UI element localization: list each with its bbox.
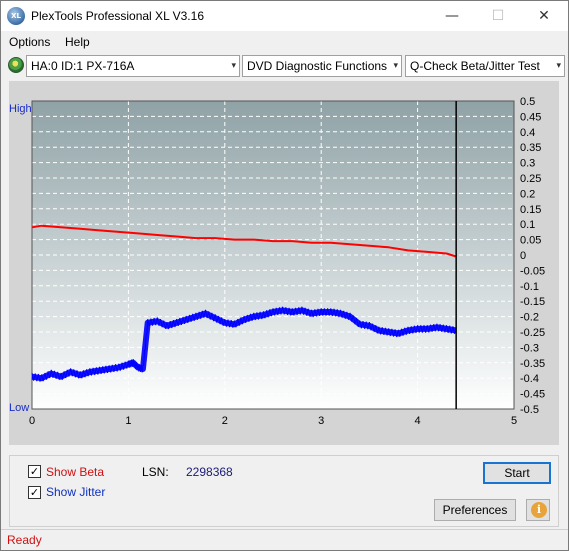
x-tick-label: 2	[222, 415, 228, 427]
y-tick-label: 0.25	[520, 173, 541, 185]
close-button[interactable]: ✕	[521, 1, 567, 31]
y-tick-label: 0.5	[520, 96, 535, 108]
x-tick-label: 1	[125, 415, 131, 427]
chart-panel: 0 1 2 3 4 5 0.5 0.45 0.4 0.35 0.3 0.25 0.2 0.15 0.1 0.0…	[9, 81, 559, 445]
show-beta-label[interactable]: Show Beta	[46, 465, 104, 479]
y-tick-label: -0.05	[520, 265, 545, 277]
y-tick-label: 0.1	[520, 219, 535, 231]
chevron-down-icon: ▾	[393, 61, 398, 71]
y-tick-label: -0.4	[520, 373, 539, 385]
lsn-label: LSN:	[142, 465, 169, 479]
x-tick-label: 5	[511, 415, 517, 427]
x-tick-label: 0	[29, 415, 35, 427]
y-tick-label: -0.35	[520, 358, 545, 370]
beta-jitter-chart: 0 1 2 3 4 5 0.5 0.45 0.4 0.35 0.3 0.25 0.2 0.15 0.1 0.0…	[9, 96, 545, 427]
y-tick-label: -0.15	[520, 296, 545, 308]
window-title: PlexTools Professional XL V3.16	[31, 9, 204, 23]
menu-bar: Options Help	[1, 32, 568, 52]
lsn-value: 2298368	[186, 465, 233, 479]
toolbar: HA:0 ID:1 PX-716A ▾ DVD Diagnostic Funct…	[1, 54, 568, 78]
y-tick-label: 0.45	[520, 111, 541, 123]
y-tick-label: -0.1	[520, 281, 539, 293]
options-panel: ✓ Show Beta ✓ Show Jitter LSN: 2298368 S…	[9, 455, 559, 527]
y-tick-label: 0.3	[520, 158, 535, 170]
y-tick-label: 0.15	[520, 204, 541, 216]
chevron-down-icon: ▾	[556, 61, 561, 71]
status-text: Ready	[7, 533, 42, 547]
x-tick-label: 3	[318, 415, 324, 427]
drive-select-value: HA:0 ID:1 PX-716A	[31, 59, 135, 73]
x-tick-label: 4	[415, 415, 421, 427]
show-beta-checkbox[interactable]: ✓	[28, 465, 41, 478]
plextools-logo-icon: XL	[7, 7, 25, 25]
info-icon: i	[531, 502, 547, 518]
menu-help[interactable]: Help	[65, 35, 90, 49]
y-tick-label: -0.3	[520, 342, 539, 354]
preferences-button[interactable]: Preferences	[434, 499, 516, 521]
y-tick-label: 0.05	[520, 235, 541, 247]
test-select-value: Q-Check Beta/Jitter Test	[410, 59, 540, 73]
y-tick-label: -0.25	[520, 327, 545, 339]
high-label: High	[9, 103, 32, 115]
function-select-value: DVD Diagnostic Functions	[247, 59, 388, 73]
test-select[interactable]: Q-Check Beta/Jitter Test ▾	[405, 55, 565, 77]
y-tick-label: 0	[520, 250, 526, 262]
chevron-down-icon: ▾	[231, 61, 236, 71]
maximize-button[interactable]: ☐	[475, 1, 521, 31]
y-tick-label: 0.2	[520, 188, 535, 200]
info-button[interactable]: i	[526, 499, 550, 521]
menu-options[interactable]: Options	[9, 35, 50, 49]
title-bar: XL PlexTools Professional XL V3.16 — ☐ ✕	[1, 1, 568, 31]
function-select[interactable]: DVD Diagnostic Functions ▾	[242, 55, 402, 77]
y-tick-label: -0.45	[520, 389, 545, 401]
y-tick-label: -0.2	[520, 312, 539, 324]
y-tick-label: 0.35	[520, 142, 541, 154]
show-jitter-label[interactable]: Show Jitter	[46, 485, 105, 499]
y-tick-label: -0.5	[520, 404, 539, 416]
low-label: Low	[9, 402, 29, 414]
drive-icon	[8, 57, 24, 73]
drive-select[interactable]: HA:0 ID:1 PX-716A ▾	[26, 55, 240, 77]
status-bar: Ready	[1, 529, 568, 550]
y-tick-label: 0.4	[520, 127, 535, 139]
show-jitter-checkbox[interactable]: ✓	[28, 486, 41, 499]
app-window: XL PlexTools Professional XL V3.16 — ☐ ✕…	[0, 0, 569, 551]
start-button[interactable]: Start	[483, 462, 551, 484]
minimize-button[interactable]: —	[429, 1, 475, 31]
